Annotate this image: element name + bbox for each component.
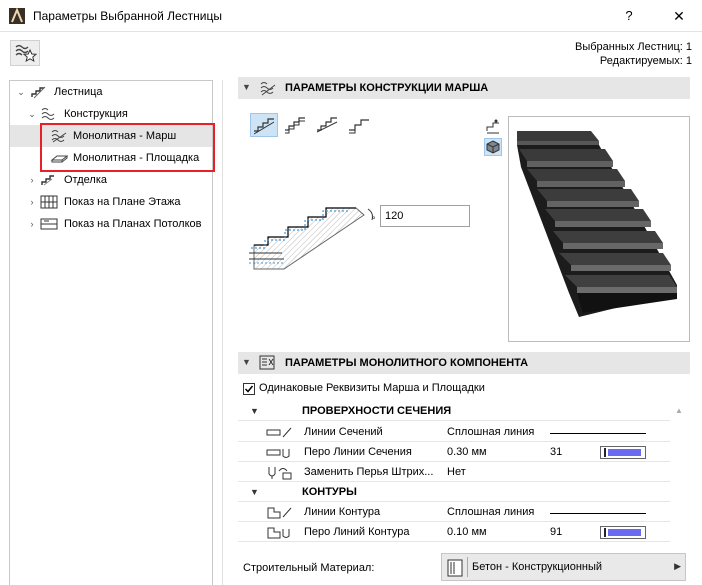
property-grid: ▲ ▼ ПРОВЕРХНОСТИ СЕЧЕНИЯ Линии Сечений С… — [238, 402, 690, 547]
structure-section-icon — [260, 82, 276, 96]
finish-icon — [41, 175, 54, 186]
panel-divider[interactable] — [222, 80, 223, 585]
scroll-up-arrow-icon[interactable]: ▲ — [672, 406, 686, 416]
property-value[interactable]: Сплошная линия — [447, 423, 534, 442]
material-hatch-icon — [447, 559, 463, 577]
group-title: КОНТУРЫ — [302, 486, 357, 498]
property-value[interactable]: 0.30 мм — [447, 443, 487, 462]
tree-item-finish[interactable]: › Отделка — [10, 169, 212, 191]
chevron-right-icon[interactable]: › — [26, 191, 38, 213]
window-title: Параметры Выбранной Лестницы — [33, 9, 222, 23]
grid-row-section-lines[interactable]: Линии Сечений Сплошная линия — [238, 423, 670, 442]
pen-swatch[interactable] — [600, 446, 646, 459]
building-material-label: Строительный Материал: — [243, 562, 375, 574]
divider — [467, 557, 468, 577]
stepped-type-button[interactable] — [250, 113, 278, 137]
checkmark-icon — [244, 385, 254, 393]
collapse-triangle-icon[interactable]: ▼ — [242, 82, 251, 92]
dropdown-arrow-icon[interactable]: ▶ — [674, 561, 681, 572]
chevron-right-icon[interactable]: › — [26, 213, 38, 235]
collapse-triangle-icon[interactable]: ▼ — [250, 483, 259, 502]
chevron-right-icon[interactable]: › — [26, 169, 38, 191]
property-value[interactable]: Сплошная линия — [447, 503, 534, 522]
same-attributes-label[interactable]: Одинаковые Реквизиты Марша и Площадки — [259, 382, 485, 394]
archicad-app-icon — [9, 8, 25, 24]
group-header-contours[interactable]: ▼ КОНТУРЫ — [238, 483, 670, 502]
ceiling-plan-icon — [40, 218, 58, 230]
stair-3d-render — [517, 131, 677, 317]
3d-view-button[interactable] — [484, 138, 502, 156]
chevron-down-icon[interactable]: ⌄ — [15, 81, 27, 103]
property-name: Линии Сечений — [304, 426, 383, 438]
property-name: Перо Линий Контура — [304, 526, 410, 538]
stepped-type-icon — [253, 118, 275, 135]
stair-icon — [31, 86, 46, 99]
selected-count: Выбранных Лестниц: 1 — [574, 41, 692, 53]
help-button[interactable]: ? — [619, 6, 639, 26]
tree-item-label: Конструкция — [64, 108, 128, 120]
tree-item-label: Показ на Плане Этажа — [64, 196, 181, 208]
selection-status: Выбранных Лестниц: 1 Редактируемых: 1 — [575, 40, 692, 68]
tree-item-label: Показ на Планах Потолков — [64, 218, 202, 230]
same-attributes-checkbox[interactable] — [243, 383, 255, 395]
collapse-triangle-icon[interactable]: ▼ — [242, 357, 251, 367]
floor-plan-icon — [40, 195, 58, 209]
stair-3d-preview[interactable] — [508, 116, 690, 342]
group-title: ПРОВЕРХНОСТИ СЕЧЕНИЯ — [302, 405, 452, 417]
tree-item-label: Отделка — [64, 174, 107, 186]
section-title: ПАРАМЕТРЫ КОНСТРУКЦИИ МАРША — [285, 82, 489, 94]
property-name: Перо Линии Сечения — [304, 446, 412, 458]
grid-row-override-fill-pens[interactable]: Заменить Перья Штрих... Нет — [238, 463, 670, 482]
property-value[interactable]: 0.10 мм — [447, 523, 487, 542]
favorites-button[interactable] — [10, 40, 40, 66]
stepped-underside-type-button[interactable] — [346, 113, 374, 137]
sawtooth-type-icon — [285, 117, 305, 134]
collapse-triangle-icon[interactable]: ▼ — [250, 402, 259, 421]
smooth-type-icon — [316, 117, 338, 133]
grid-row-contour-pen[interactable]: Перо Линий Контура 0.10 мм 91 — [238, 523, 670, 542]
cube-3d-icon — [486, 140, 500, 154]
section-title: ПАРАМЕТРЫ МОНОЛИТНОГО КОМПОНЕНТА — [285, 357, 529, 369]
tree-item-label: Лестница — [54, 86, 103, 98]
building-material-value: Бетон - Конструкционный — [472, 561, 603, 573]
section-lines-icon — [266, 427, 292, 438]
editable-count: Редактируемых: 1 — [599, 55, 692, 67]
svg-text:°: ° — [372, 215, 376, 225]
flight-section-diagram: ° — [249, 207, 376, 270]
stepped-underside-type-icon — [349, 119, 369, 134]
pen-number[interactable]: 91 — [550, 523, 562, 542]
floor-plan-view-icon[interactable] — [484, 118, 502, 136]
tree-item-ceiling-plan[interactable]: › Показ на Планах Потолков — [10, 213, 212, 235]
flight-structure-section-header[interactable]: ▼ ПАРАМЕТРЫ КОНСТРУКЦИИ МАРША — [238, 77, 690, 99]
line-type-preview — [550, 433, 646, 434]
monolithic-component-section-header[interactable]: ▼ ПАРАМЕТРЫ МОНОЛИТНОГО КОМПОНЕНТА — [238, 352, 690, 374]
pen-swatch[interactable] — [600, 526, 646, 539]
contour-pen-icon — [267, 527, 290, 539]
contour-lines-icon — [267, 507, 292, 519]
favorites-star-icon — [15, 44, 38, 63]
monolithic-component-icon — [259, 355, 275, 370]
override-fill-pens-icon — [268, 467, 292, 480]
group-header-cut-surfaces[interactable]: ▼ ПРОВЕРХНОСТИ СЕЧЕНИЯ — [238, 402, 670, 421]
property-value[interactable]: Нет — [447, 463, 466, 482]
property-name: Заменить Перья Штрих... — [304, 466, 434, 478]
highlight-frame — [40, 123, 215, 172]
property-name: Линии Контура — [304, 506, 381, 518]
pen-number[interactable]: 31 — [550, 443, 562, 462]
section-pen-icon — [266, 449, 290, 458]
tree-item-structure[interactable]: ⌄ Конструкция — [10, 103, 212, 125]
smooth-type-button[interactable] — [314, 113, 342, 137]
structure-icon — [41, 108, 55, 120]
tree-item-stair[interactable]: ⌄ Лестница — [10, 81, 212, 103]
chevron-down-icon[interactable]: ⌄ — [26, 103, 38, 125]
sawtooth-type-button[interactable] — [282, 113, 310, 137]
building-material-select[interactable]: Бетон - Конструкционный ▶ — [441, 553, 686, 581]
title-bar: Параметры Выбранной Лестницы ? ✕ — [0, 0, 702, 32]
grid-row-contour-lines[interactable]: Линии Контура Сплошная линия — [238, 503, 670, 522]
tree-item-floor-plan[interactable]: › Показ на Плане Этажа — [10, 191, 212, 213]
close-button[interactable]: ✕ — [669, 6, 689, 26]
line-type-preview — [550, 513, 646, 514]
grid-row-section-pen[interactable]: Перо Линии Сечения 0.30 мм 31 — [238, 443, 670, 462]
flight-angle-input[interactable]: 120 — [380, 205, 470, 227]
